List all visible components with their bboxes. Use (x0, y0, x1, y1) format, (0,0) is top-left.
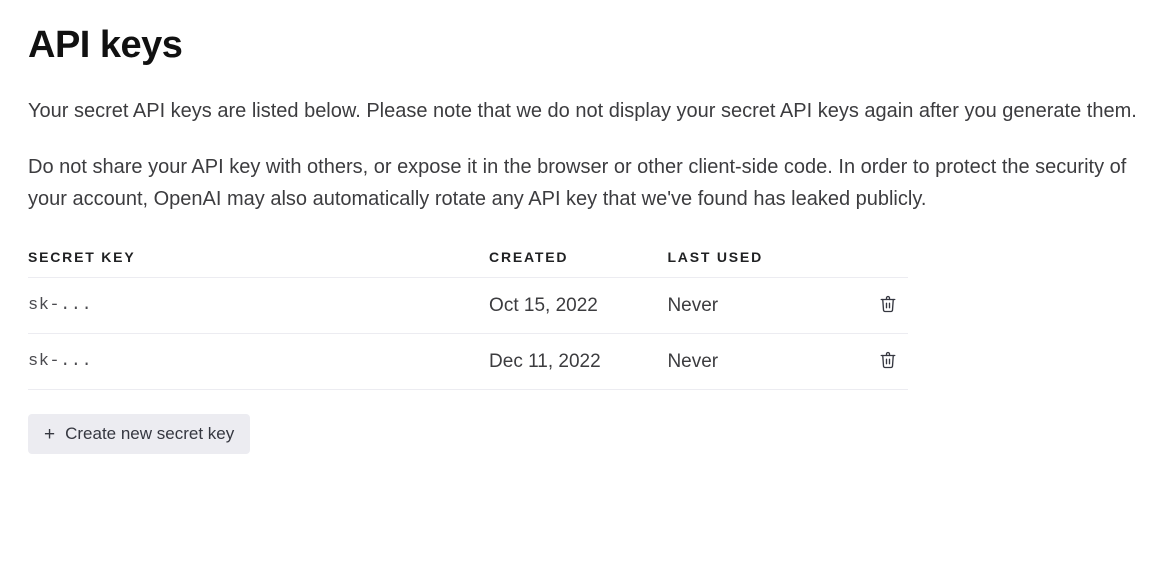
plus-icon: + (44, 425, 55, 444)
delete-key-button[interactable] (876, 348, 900, 372)
created-cell: Oct 15, 2022 (489, 278, 667, 334)
last-used-cell: Never (667, 334, 857, 390)
intro-paragraph-1: Your secret API keys are listed below. P… (28, 95, 1138, 127)
created-cell: Dec 11, 2022 (489, 334, 667, 390)
create-button-label: Create new secret key (65, 424, 234, 444)
delete-key-button[interactable] (876, 292, 900, 316)
trash-icon (879, 295, 897, 313)
trash-icon (879, 351, 897, 369)
create-new-secret-key-button[interactable]: + Create new secret key (28, 414, 250, 454)
column-header-secret-key: SECRET KEY (28, 239, 489, 278)
secret-key-cell: sk-... (28, 334, 489, 390)
api-keys-table: SECRET KEY CREATED LAST USED sk-... Oct … (28, 239, 908, 390)
column-header-last-used: LAST USED (667, 239, 857, 278)
intro-paragraph-2: Do not share your API key with others, o… (28, 151, 1138, 215)
column-header-actions (858, 239, 908, 278)
table-row: sk-... Oct 15, 2022 Never (28, 278, 908, 334)
secret-key-cell: sk-... (28, 278, 489, 334)
page-title: API keys (28, 24, 1144, 67)
table-row: sk-... Dec 11, 2022 Never (28, 334, 908, 390)
last-used-cell: Never (667, 278, 857, 334)
column-header-created: CREATED (489, 239, 667, 278)
